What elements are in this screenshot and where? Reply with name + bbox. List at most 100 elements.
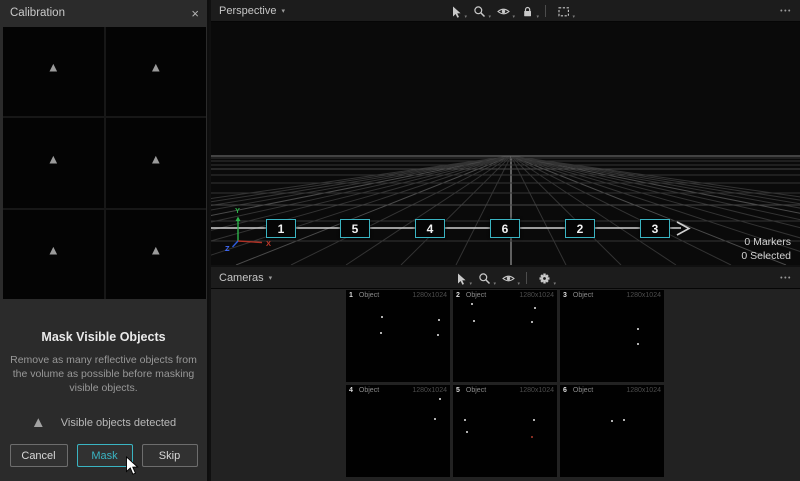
perspective-viewport: Perspective ▾ ▾▾▾▾▾ ••• Y X Z 154623 0 M… bbox=[211, 0, 800, 265]
marker-dot bbox=[533, 419, 535, 421]
mask-section-description: Remove as many reflective objects from t… bbox=[10, 353, 198, 395]
zoom-tool-button[interactable]: ▾ bbox=[477, 271, 492, 286]
camera-preview-tile[interactable]: ▲ bbox=[106, 27, 207, 116]
tool-dropdown-caret: ▾ bbox=[464, 14, 467, 20]
lock-tool-button[interactable]: ▾ bbox=[520, 4, 535, 19]
camera-mode-label: Object bbox=[573, 292, 626, 299]
camera-preview-tile[interactable]: ▲ bbox=[3, 210, 104, 299]
marker-dot bbox=[466, 431, 468, 433]
tool-dropdown-caret: ▾ bbox=[512, 14, 515, 20]
perspective-toolbar: ▾▾▾▾▾ bbox=[448, 0, 571, 22]
camera-number: 3 bbox=[563, 292, 567, 299]
warning-icon: ▲ bbox=[47, 151, 60, 166]
marker-label[interactable]: 6 bbox=[490, 219, 520, 238]
camera-tile[interactable]: 6Object1280x1024 bbox=[560, 385, 664, 477]
warning-text: Visible objects detected bbox=[61, 417, 176, 429]
visibility-tool-button[interactable]: ▾ bbox=[501, 271, 516, 286]
warning-icon: ▲ bbox=[47, 242, 60, 257]
perspective-3d-view[interactable]: Y X Z 1 5 4 6 2 3 0 Markers 0 Selected bbox=[211, 22, 800, 265]
visibility-icon bbox=[497, 5, 510, 18]
marker-dot bbox=[611, 420, 613, 422]
select-cursor-icon bbox=[449, 5, 462, 18]
tool-dropdown-caret: ▾ bbox=[469, 281, 472, 287]
warning-icon: ▲ bbox=[47, 60, 60, 75]
tool-dropdown-caret: ▾ bbox=[572, 14, 575, 20]
camera-tile[interactable]: 5Object1280x1024 bbox=[453, 385, 557, 477]
cancel-button[interactable]: Cancel bbox=[10, 444, 68, 467]
cameras-panel: Cameras ▾ ▾▾▾▾ ••• 1Object1280x10242Obje… bbox=[211, 267, 800, 481]
marker-label[interactable]: 2 bbox=[565, 219, 595, 238]
camera-tile[interactable]: 4 Object1280x1024 bbox=[346, 385, 450, 477]
camera-resolution: 1280x1024 bbox=[626, 292, 661, 299]
camera-mode-label: Object bbox=[466, 292, 519, 299]
calibration-preview-grid: ▲▲▲▲▲▲ bbox=[3, 27, 206, 299]
calibration-panel: Calibration × ▲▲▲▲▲▲ Mask Visible Object… bbox=[0, 0, 209, 481]
camera-tile[interactable]: 3 Object1280x1024 bbox=[560, 290, 664, 382]
zoom-tool-button[interactable]: ▾ bbox=[472, 4, 487, 19]
camera-preview-tile[interactable]: ▲ bbox=[3, 118, 104, 207]
close-icon[interactable]: × bbox=[191, 7, 199, 20]
cameras-menu-button[interactable]: ••• bbox=[780, 267, 792, 289]
camera-mode-label: Object bbox=[359, 292, 412, 299]
camera-resolution: 1280x1024 bbox=[412, 387, 447, 394]
camera-tile[interactable]: 2Object1280x1024 bbox=[453, 290, 557, 382]
tool-dropdown-caret: ▾ bbox=[493, 281, 496, 287]
tool-dropdown-caret: ▾ bbox=[488, 14, 491, 20]
visibility-tool-button[interactable]: ▾ bbox=[496, 4, 511, 19]
camera-tile-header: 2Object1280x1024 bbox=[453, 290, 557, 299]
skip-button[interactable]: Skip bbox=[142, 444, 198, 467]
camera-tile-header: 1 Object1280x1024 bbox=[346, 290, 450, 299]
camera-tile-header: 5Object1280x1024 bbox=[453, 385, 557, 394]
camera-preview-tile[interactable]: ▲ bbox=[3, 27, 104, 116]
select-cursor-tool-button[interactable]: ▾ bbox=[453, 271, 468, 286]
axis-y-label: Y bbox=[235, 206, 240, 215]
camera-mode-label: Object bbox=[466, 387, 519, 394]
marker-label[interactable]: 3 bbox=[640, 219, 670, 238]
marker-label[interactable]: 5 bbox=[340, 219, 370, 238]
perspective-view-selector[interactable]: Perspective bbox=[219, 5, 276, 17]
marquee-select-icon bbox=[557, 5, 570, 18]
marker-dot bbox=[637, 343, 639, 345]
marker-dot bbox=[473, 320, 475, 322]
chevron-down-icon: ▾ bbox=[269, 274, 273, 282]
select-cursor-icon bbox=[454, 272, 467, 285]
mouse-cursor bbox=[125, 456, 139, 476]
visibility-icon bbox=[502, 272, 515, 285]
selected-count: 0 Selected bbox=[741, 249, 791, 263]
marker-dot bbox=[437, 334, 439, 336]
lock-icon bbox=[521, 5, 534, 18]
camera-tile[interactable]: 1 Object1280x1024 bbox=[346, 290, 450, 382]
axis-gizmo: Y X Z bbox=[225, 206, 271, 253]
tool-dropdown-caret: ▾ bbox=[517, 281, 520, 287]
camera-number: 4 bbox=[349, 387, 353, 394]
perspective-header: Perspective ▾ ▾▾▾▾▾ ••• bbox=[211, 0, 800, 22]
tool-dropdown-caret: ▾ bbox=[536, 14, 539, 20]
camera-number: 1 bbox=[349, 292, 353, 299]
marker-label[interactable]: 1 bbox=[266, 219, 296, 238]
marquee-select-tool-button[interactable]: ▾ bbox=[556, 4, 571, 19]
markers-count: 0 Markers bbox=[741, 235, 791, 249]
camera-number: 5 bbox=[456, 387, 460, 394]
perspective-menu-button[interactable]: ••• bbox=[780, 0, 792, 22]
marker-dot bbox=[434, 418, 436, 420]
gear-tool-button[interactable]: ▾ bbox=[537, 271, 552, 286]
marker-label[interactable]: 4 bbox=[415, 219, 445, 238]
cameras-header: Cameras ▾ ▾▾▾▾ ••• bbox=[211, 267, 800, 289]
marker-dot bbox=[531, 321, 533, 323]
selection-status: 0 Markers 0 Selected bbox=[741, 235, 791, 263]
select-cursor-tool-button[interactable]: ▾ bbox=[448, 4, 463, 19]
marker-dot bbox=[531, 436, 533, 438]
camera-resolution: 1280x1024 bbox=[626, 387, 661, 394]
camera-mode-label: Object bbox=[573, 387, 626, 394]
warning-row: ▲ Visible objects detected bbox=[0, 414, 207, 431]
camera-tile-header: 4 Object1280x1024 bbox=[346, 385, 450, 394]
marker-dot bbox=[534, 307, 536, 309]
camera-resolution: 1280x1024 bbox=[412, 292, 447, 299]
cameras-view-selector[interactable]: Cameras bbox=[219, 272, 264, 284]
camera-mode-label: Object bbox=[359, 387, 412, 394]
cameras-toolbar: ▾▾▾▾ bbox=[453, 267, 552, 289]
camera-resolution: 1280x1024 bbox=[519, 292, 554, 299]
camera-preview-tile[interactable]: ▲ bbox=[106, 118, 207, 207]
camera-preview-tile[interactable]: ▲ bbox=[106, 210, 207, 299]
axis-z-label: Z bbox=[225, 244, 230, 253]
